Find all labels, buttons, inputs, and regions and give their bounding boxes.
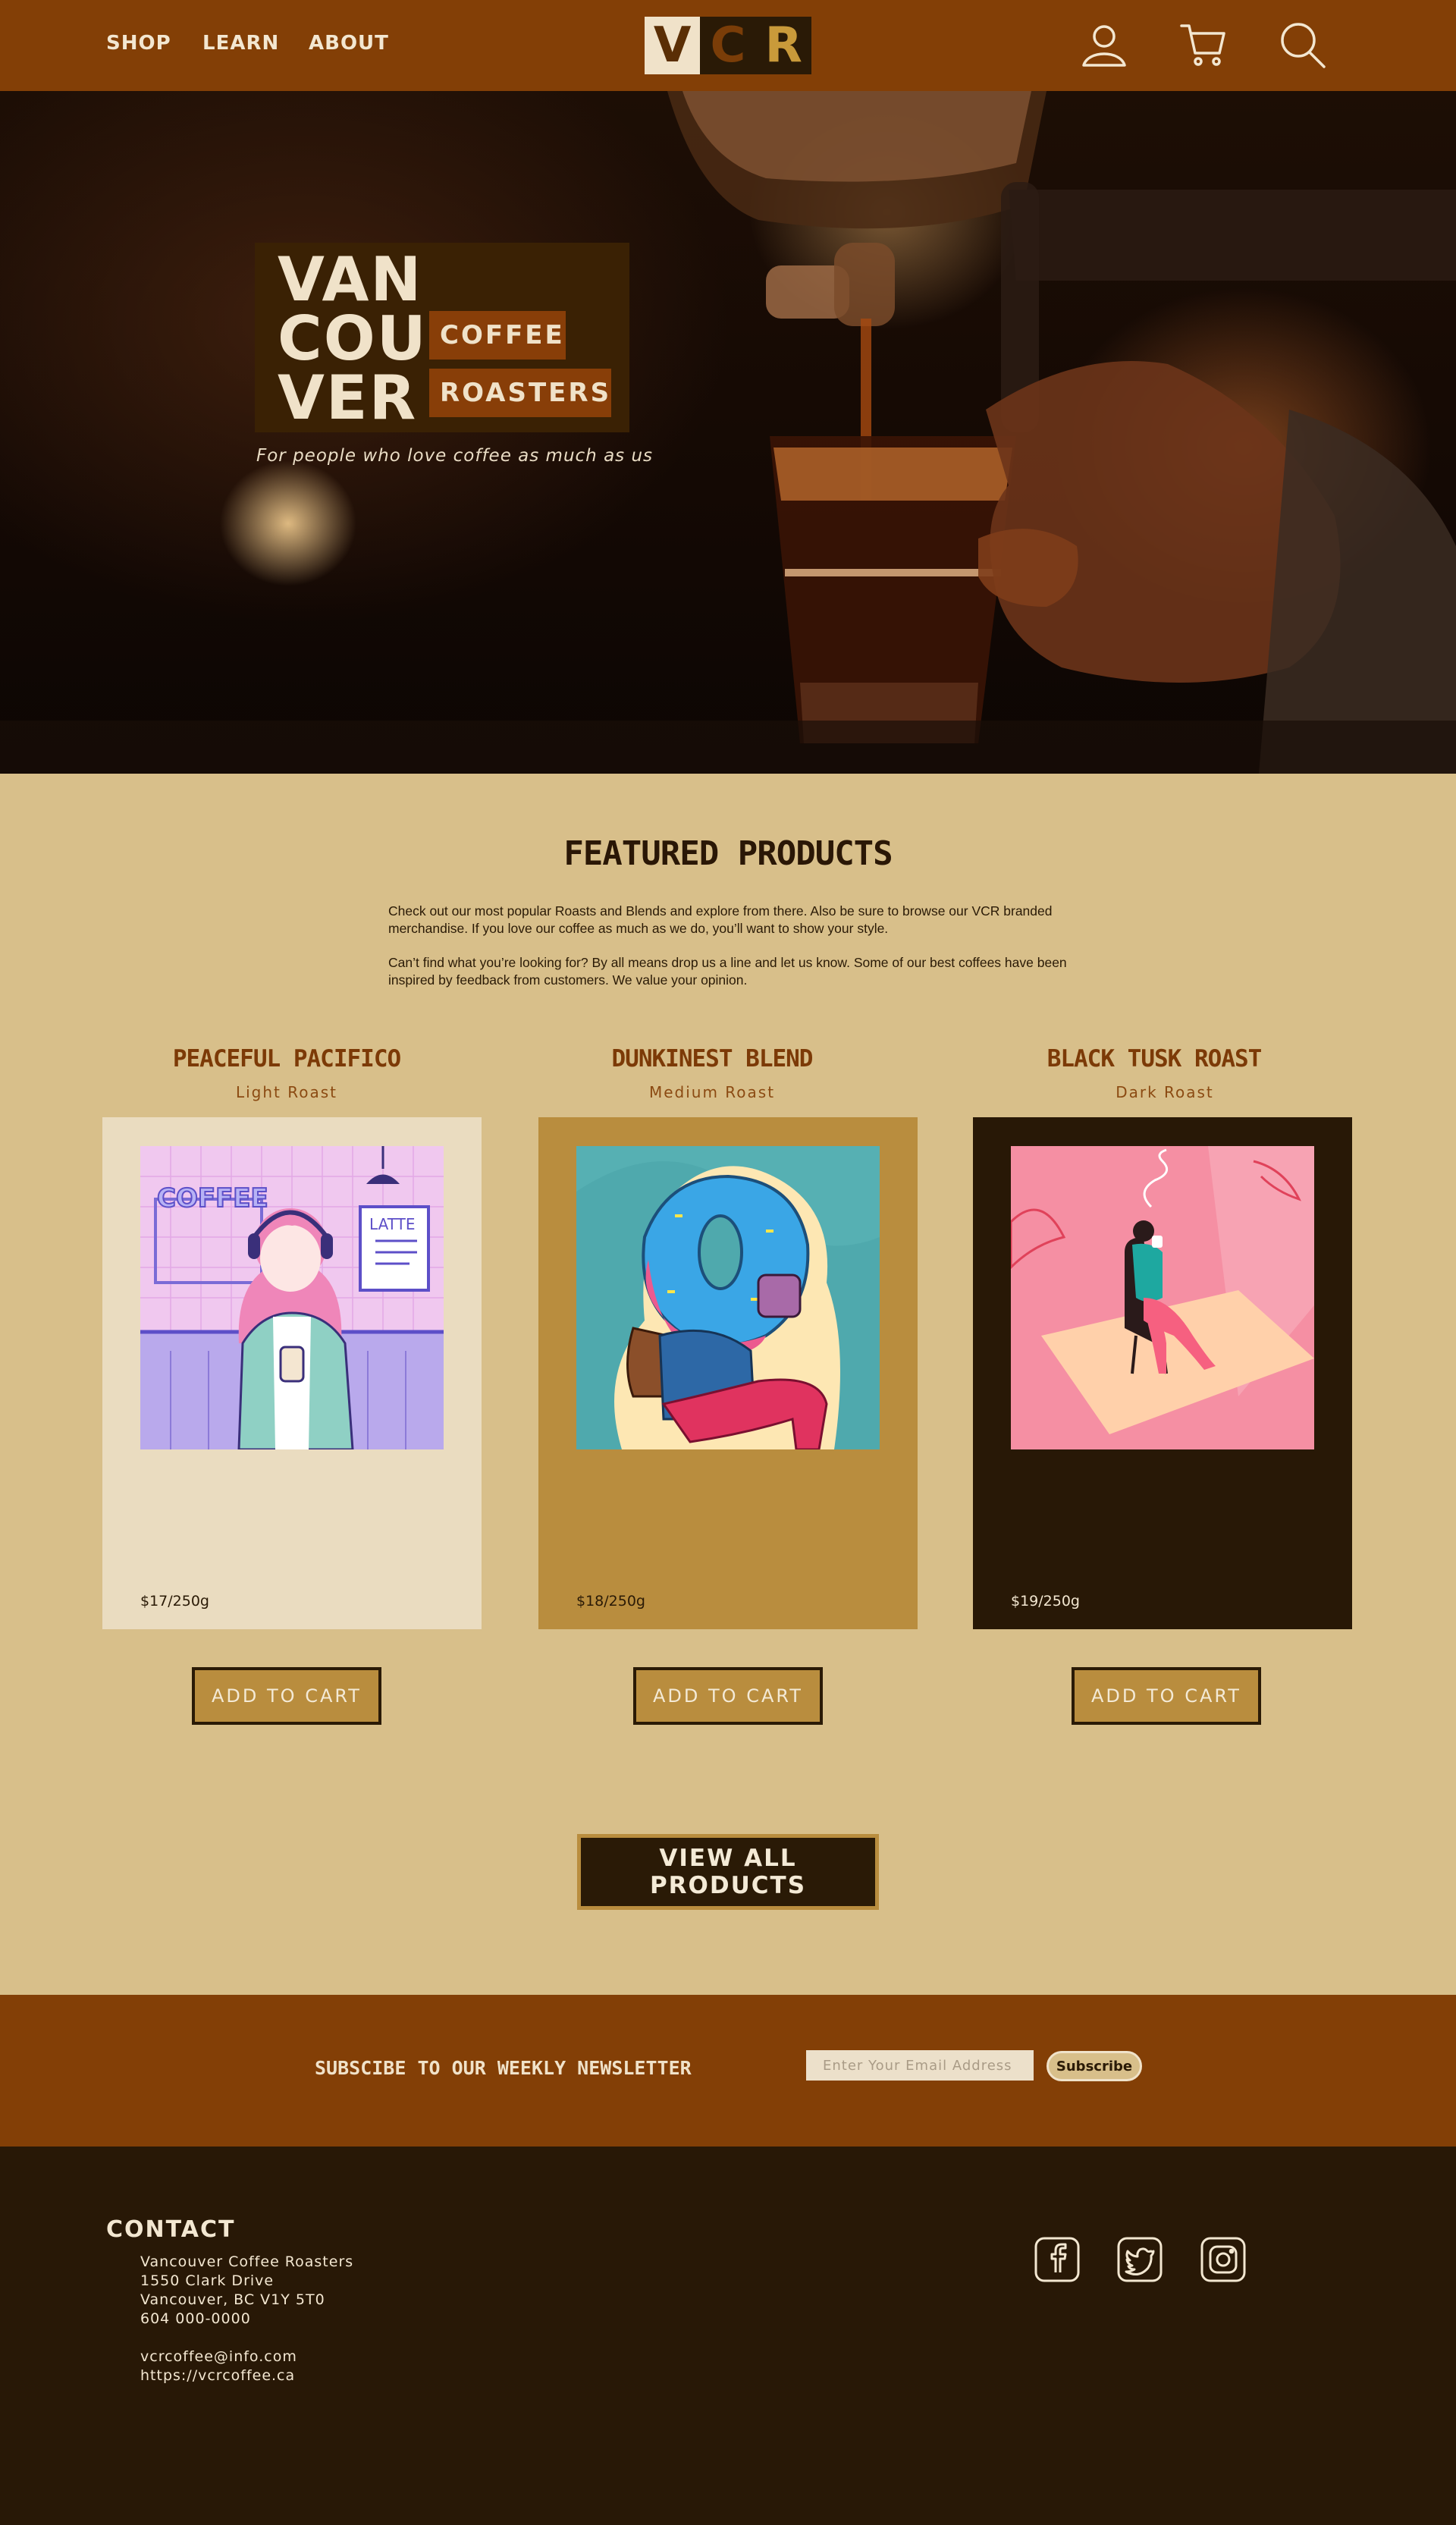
product-card-black-tusk-roast[interactable]: $19/250g (973, 1117, 1352, 1629)
hero-banner: VAN COU VER COFFEE ROASTERS For people w… (0, 91, 1456, 774)
espresso-photo (0, 91, 1456, 774)
contact-street: 1550 Clark Drive (140, 2272, 275, 2289)
site-footer: CONTACT Vancouver Coffee Roasters 1550 C… (0, 2147, 1456, 2525)
svg-text:COFFEE: COFFEE (157, 1183, 268, 1214)
add-to-cart-button[interactable]: ADD TO CART (633, 1667, 823, 1725)
product-image-dunkinest-blend[interactable] (576, 1146, 880, 1449)
brand-tag-coffee: COFFEE (429, 311, 566, 360)
subscribe-button[interactable]: Subscribe (1046, 2051, 1142, 2081)
product-card-peaceful-pacifico[interactable]: COFFEE LATTE $17/250g (102, 1117, 482, 1629)
brand-tag-roasters: ROASTERS (429, 369, 611, 417)
search-icon[interactable] (1277, 20, 1327, 70)
nav-shop-link[interactable]: SHOP (106, 30, 171, 56)
product-roast-level: Light Roast (235, 1083, 338, 1101)
featured-products-title: FEATURED PRODUCTS (563, 834, 893, 873)
product-price: $18/250g (576, 1593, 645, 1610)
instagram-icon[interactable] (1200, 2236, 1247, 2283)
svg-text:LATTE: LATTE (369, 1215, 415, 1233)
product-name[interactable]: PEACEFUL PACIFICO (97, 1045, 476, 1072)
facebook-icon[interactable] (1034, 2236, 1081, 2283)
product-name[interactable]: BLACK TUSK ROAST (965, 1045, 1344, 1072)
featured-intro-paragraph: Check out our most popular Roasts and Bl… (388, 903, 1053, 936)
nav-learn-link[interactable]: LEARN (202, 30, 279, 56)
add-to-cart-button[interactable]: ADD TO CART (1072, 1667, 1261, 1725)
product-image-black-tusk-roast[interactable] (1011, 1146, 1314, 1449)
logo-letter-v: V (645, 17, 701, 74)
contact-title: CONTACT (106, 2216, 236, 2243)
contact-company: Vancouver Coffee Roasters (140, 2253, 354, 2270)
product-image-peaceful-pacifico[interactable]: COFFEE LATTE (140, 1146, 444, 1449)
contact-website-link[interactable]: https://vcrcoffee.ca (140, 2366, 353, 2385)
contact-phone: 604 000-0000 (140, 2310, 251, 2327)
logo-letter-c: C (700, 17, 756, 74)
contact-city: Vancouver, BC V1Y 5T0 (140, 2291, 325, 2308)
contact-details: Vancouver Coffee Roasters 1550 Clark Dri… (140, 2253, 353, 2385)
product-name[interactable]: DUNKINEST BLEND (522, 1045, 902, 1072)
vcr-logo[interactable]: V C R (645, 17, 811, 74)
contact-email-link[interactable]: vcrcoffee@info.com (140, 2348, 353, 2366)
product-card-dunkinest-blend[interactable]: $18/250g (538, 1117, 918, 1629)
newsletter-bar: SUBSCIBE TO OUR WEEKLY NEWSLETTER Subscr… (0, 1995, 1456, 2147)
account-icon[interactable] (1079, 20, 1129, 70)
brand-line-ver: VER (278, 363, 418, 433)
contact-spacer (140, 2329, 353, 2348)
twitter-icon[interactable] (1116, 2236, 1163, 2283)
site-header: SHOP LEARN ABOUT V C R (0, 0, 1456, 91)
newsletter-label: SUBSCIBE TO OUR WEEKLY NEWSLETTER (315, 2057, 692, 2079)
nav-about-link[interactable]: ABOUT (309, 30, 389, 56)
product-roast-level: Medium Roast (648, 1083, 776, 1101)
logo-letter-r: R (755, 17, 811, 74)
product-price: $19/250g (1011, 1593, 1080, 1610)
add-to-cart-button[interactable]: ADD TO CART (192, 1667, 381, 1725)
hero-tagline: For people who love coffee as much as us (256, 446, 654, 466)
brand-wordmark: VAN COU VER (278, 244, 428, 433)
product-roast-level: Dark Roast (1116, 1083, 1214, 1101)
view-all-products-button[interactable]: VIEW ALL PRODUCTS (577, 1834, 879, 1910)
newsletter-email-input[interactable] (806, 2050, 1034, 2081)
brand-line-van: VAN (278, 244, 423, 315)
featured-intro-paragraph-2: Can’t find what you’re looking for? By a… (388, 955, 1067, 988)
cart-icon[interactable] (1178, 20, 1228, 70)
product-price: $17/250g (140, 1593, 209, 1610)
brand-line-cou: COU (278, 303, 428, 374)
